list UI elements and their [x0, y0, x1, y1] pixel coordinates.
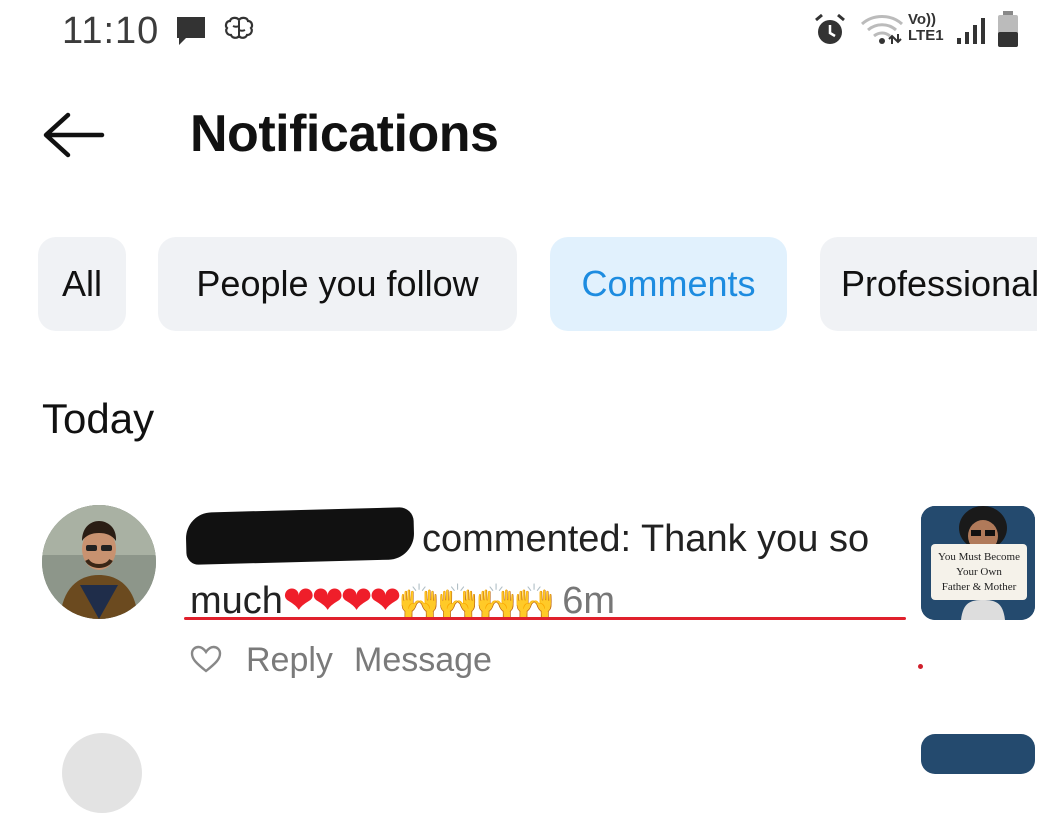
signal-icon — [957, 18, 985, 44]
network-type-label: LTE1 — [908, 27, 944, 44]
section-heading-today: Today — [42, 395, 155, 442]
network-indicator: Vo)) LTE1 — [908, 12, 944, 44]
tab-people-you-follow-label: People you follow — [196, 263, 479, 304]
heart-emojis: ❤❤❤❤ — [282, 580, 401, 622]
redacted-username — [185, 507, 415, 565]
page-title: Notifications — [190, 105, 499, 163]
wifi-icon — [860, 15, 904, 44]
avatar[interactable] — [42, 505, 156, 619]
tab-comments-label: Comments — [581, 263, 756, 304]
thumbnail-text-3: Father & Mother — [941, 580, 1017, 593]
tab-all-label: All — [61, 263, 102, 304]
thumbnail-text-2: Your Own — [956, 565, 1002, 578]
tab-all[interactable]: All — [38, 237, 126, 331]
avatar-portrait — [42, 505, 156, 619]
network-vo-label: Vo)) — [908, 11, 937, 28]
thumbnail-caption-card: You Must Become Your Own Father & Mother — [931, 544, 1027, 600]
tab-professional-label: Professional — [841, 263, 1037, 304]
thumbnail-text-1: You Must Become — [937, 550, 1020, 563]
notification-action-text: commented: Thank you so — [422, 518, 870, 560]
message-button[interactable]: Message — [354, 641, 492, 680]
tab-comments[interactable]: Comments — [550, 237, 787, 331]
status-time: 11:10 — [62, 10, 160, 52]
brain-icon — [224, 16, 254, 39]
next-thumbnail-peek[interactable] — [921, 734, 1035, 774]
red-underline-annotation — [184, 617, 906, 620]
red-dot-annotation — [918, 664, 923, 669]
raising-hands-emojis: 🙌🙌🙌🙌 — [398, 583, 555, 621]
tab-professional[interactable]: Professional — [820, 237, 1037, 331]
message-icon — [177, 17, 205, 45]
tab-people-you-follow[interactable]: People you follow — [158, 237, 517, 331]
post-thumbnail[interactable]: You Must Become Your Own Father & Mother — [921, 506, 1035, 620]
heart-outline-icon[interactable] — [190, 644, 222, 674]
next-avatar-peek[interactable] — [62, 733, 142, 813]
battery-icon — [998, 11, 1018, 47]
alarm-icon — [815, 13, 845, 44]
notification-time: 6m — [562, 580, 615, 622]
reply-button[interactable]: Reply — [246, 641, 333, 680]
comment-text: much — [190, 580, 283, 622]
arrow-left-icon[interactable] — [40, 110, 106, 160]
